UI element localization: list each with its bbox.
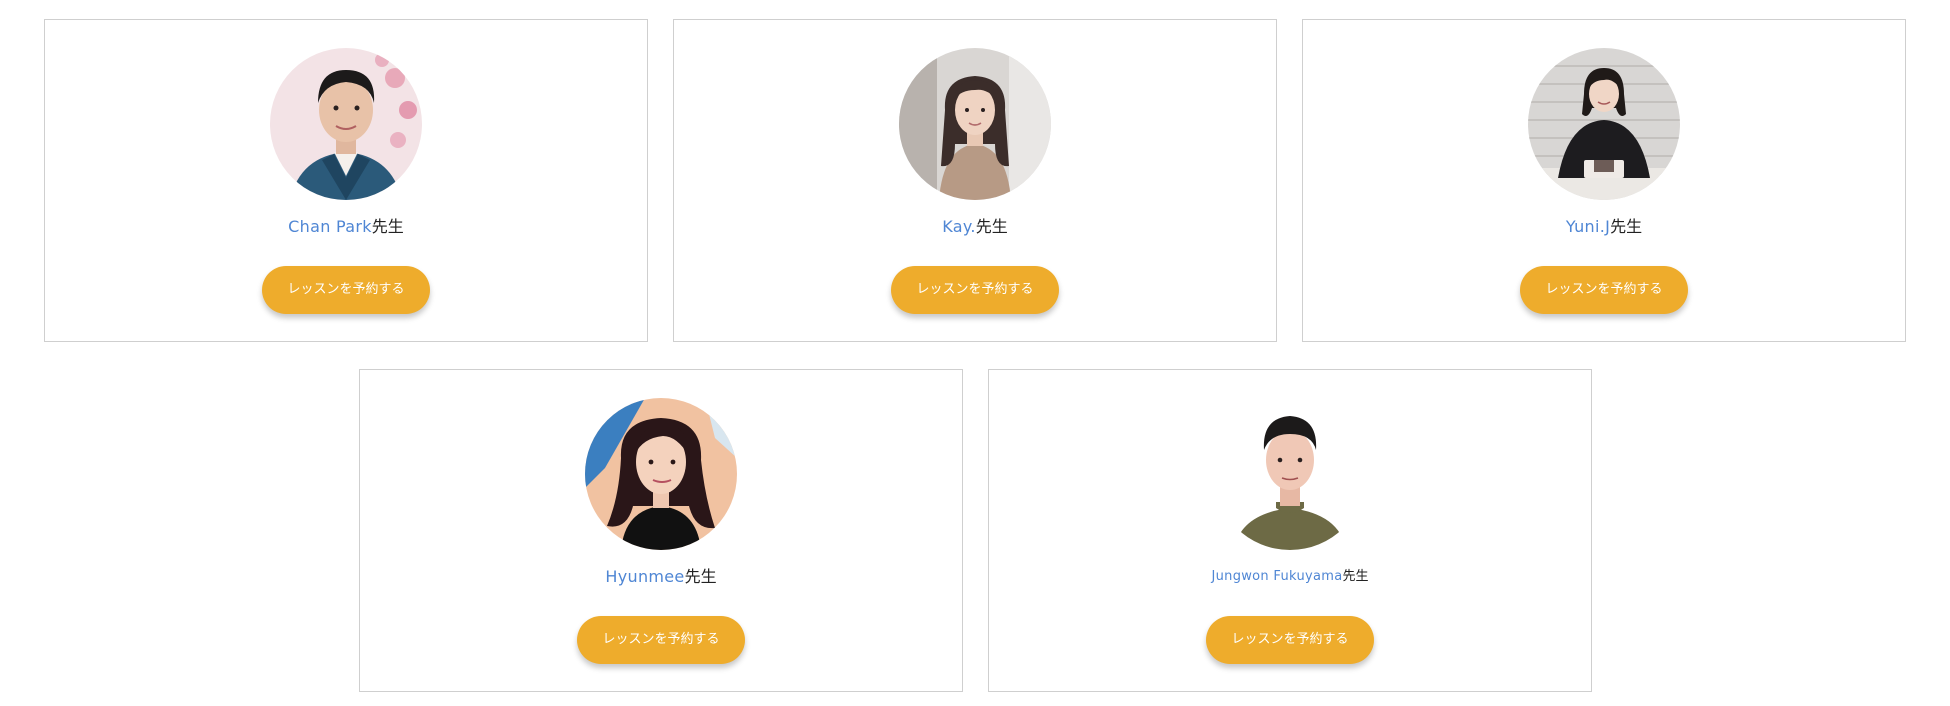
teacher-name-link[interactable]: Jungwon Fukuyama — [1211, 569, 1342, 584]
teacher-honorific: 先生 — [1610, 217, 1643, 236]
book-lesson-button[interactable]: レッスンを予約する — [577, 616, 745, 664]
teacher-honorific: 先生 — [684, 567, 717, 586]
teacher-photo-icon — [1528, 48, 1680, 200]
teacher-name[interactable]: Kay.先生 — [674, 216, 1276, 238]
teacher-name-link[interactable]: Hyunmee — [605, 567, 684, 586]
teacher-photo-icon — [899, 48, 1051, 200]
teacher-name[interactable]: Jungwon Fukuyama先生 — [989, 566, 1591, 588]
teacher-name[interactable]: Chan Park先生 — [45, 216, 647, 238]
teacher-name-link[interactable]: Chan Park — [288, 217, 372, 236]
teacher-avatar[interactable] — [1214, 398, 1366, 550]
book-lesson-button[interactable]: レッスンを予約する — [891, 266, 1059, 314]
teacher-honorific: 先生 — [975, 217, 1008, 236]
teacher-grid: Chan Park先生 レッスンを予約する Kay.先生 レッスンを予約する Y… — [0, 0, 1950, 706]
teacher-card-hyunmee: Hyunmee先生 レッスンを予約する — [359, 369, 963, 692]
teacher-name[interactable]: Yuni.J先生 — [1303, 216, 1905, 238]
teacher-name[interactable]: Hyunmee先生 — [360, 566, 962, 588]
book-lesson-button[interactable]: レッスンを予約する — [1206, 616, 1374, 664]
teacher-avatar[interactable] — [270, 48, 422, 200]
teacher-honorific: 先生 — [371, 217, 404, 236]
teacher-avatar[interactable] — [1528, 48, 1680, 200]
teacher-name-link[interactable]: Kay. — [942, 217, 976, 236]
teacher-honorific: 先生 — [1342, 569, 1369, 584]
teacher-avatar[interactable] — [585, 398, 737, 550]
teacher-card-yuni-j: Yuni.J先生 レッスンを予約する — [1302, 19, 1906, 342]
teacher-photo-icon — [1214, 398, 1366, 550]
book-lesson-button[interactable]: レッスンを予約する — [262, 266, 430, 314]
book-lesson-button[interactable]: レッスンを予約する — [1520, 266, 1688, 314]
teacher-photo-icon — [270, 48, 422, 200]
teacher-card-kay: Kay.先生 レッスンを予約する — [673, 19, 1277, 342]
teacher-name-link[interactable]: Yuni.J — [1566, 217, 1610, 236]
teacher-avatar[interactable] — [899, 48, 1051, 200]
teacher-photo-icon — [585, 398, 737, 550]
teacher-card-jungwon-fukuyama: Jungwon Fukuyama先生 レッスンを予約する — [988, 369, 1592, 692]
teacher-card-chan-park: Chan Park先生 レッスンを予約する — [44, 19, 648, 342]
